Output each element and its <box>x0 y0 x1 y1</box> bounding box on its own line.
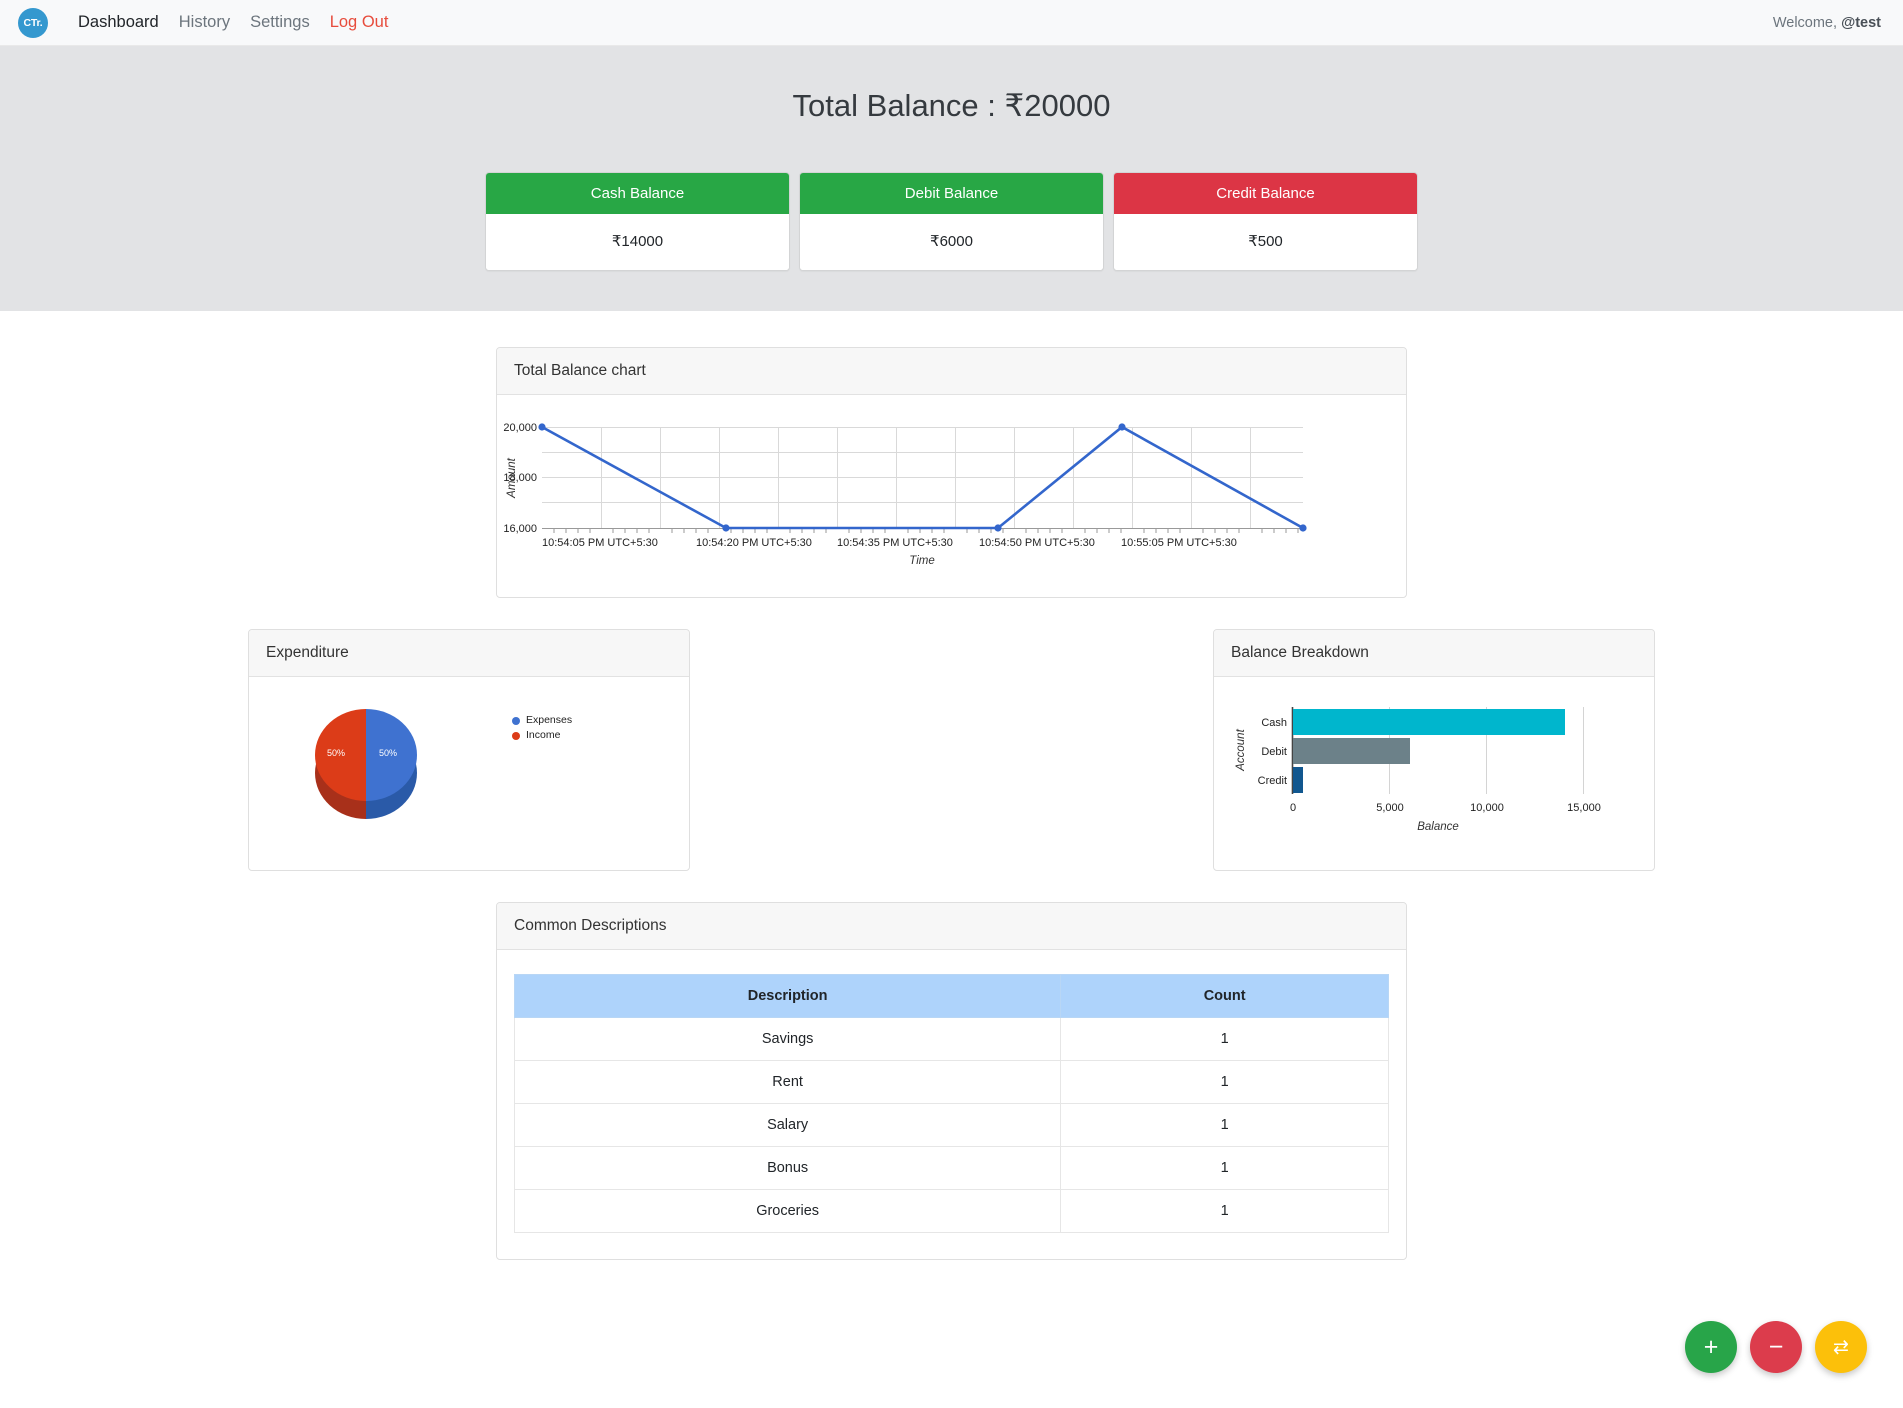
table-cell-description: Rent <box>513 1060 1062 1104</box>
table-header-description[interactable]: Description <box>513 974 1062 1018</box>
card-credit-balance-value: ₹500 <box>1114 214 1417 270</box>
add-transaction-button[interactable]: + <box>1685 1321 1737 1373</box>
card-credit-balance-header: Credit Balance <box>1114 173 1417 214</box>
balance-hero: Total Balance : ₹20000 Cash Balance ₹140… <box>0 46 1903 311</box>
line-chart-x-axis-title: Time <box>909 555 934 567</box>
common-descriptions-table-wrap: Description Count Savings 1 Rent 1 Salar… <box>497 950 1406 1259</box>
pie-slice-label-income: 50% <box>327 748 346 758</box>
bar-chart-svg: Cash Debit Credit Account 0 5,000 10,000… <box>1235 707 1601 833</box>
nav-link-logout[interactable]: Log Out <box>330 13 389 32</box>
table-cell-count: 1 <box>1060 1189 1389 1233</box>
line-chart-xtick-0: 10:54:05 PM UTC+5:30 <box>542 537 658 549</box>
card-cash-balance[interactable]: Cash Balance ₹14000 <box>485 172 790 271</box>
bar-chart-category-debit: Debit <box>1261 746 1287 758</box>
panel-expenditure: Expenditure 50% 50% Expenses Income <box>248 629 690 871</box>
table-header-row: Description Count <box>513 974 1389 1018</box>
table-row[interactable]: Rent 1 <box>513 1060 1389 1104</box>
line-chart-ytick-20000: 20,000 <box>503 422 537 434</box>
legend-item-income[interactable]: Income <box>512 728 572 743</box>
table-row[interactable]: Salary 1 <box>513 1103 1389 1147</box>
bar-credit <box>1293 767 1303 793</box>
line-chart-xtick-2: 10:54:35 PM UTC+5:30 <box>837 537 953 549</box>
charts-row: Expenditure 50% 50% Expenses Income Bala… <box>0 629 1903 871</box>
legend-swatch-expenses-icon <box>512 716 520 725</box>
pie-chart-legend: Expenses Income <box>512 713 572 743</box>
legend-label-expenses: Expenses <box>526 714 573 726</box>
bar-chart-area[interactable]: Cash Debit Credit Account 0 5,000 10,000… <box>1214 677 1654 870</box>
table-cell-description: Savings <box>513 1017 1062 1061</box>
table-cell-count: 1 <box>1060 1060 1389 1104</box>
dashboard-content: Total Balance chart 20,000 18,000 16,000… <box>0 311 1903 1300</box>
table-header-count[interactable]: Count <box>1060 974 1389 1018</box>
nav-link-settings[interactable]: Settings <box>250 13 310 32</box>
line-chart-y-axis-title: Amount <box>506 457 518 498</box>
bar-chart-y-axis-title: Account <box>1235 728 1247 771</box>
top-navbar: CTr. Dashboard History Settings Log Out … <box>0 0 1903 46</box>
panel-total-balance-chart: Total Balance chart 20,000 18,000 16,000… <box>496 347 1407 598</box>
table-cell-count: 1 <box>1060 1103 1389 1147</box>
legend-item-expenses[interactable]: Expenses <box>512 713 572 728</box>
table-cell-description: Groceries <box>513 1189 1062 1233</box>
panel-balance-breakdown: Balance Breakdown Cash Debit Credit Acco… <box>1213 629 1655 871</box>
line-chart-svg: 20,000 18,000 16,000 Amount 10:54:05 PM … <box>503 422 1307 567</box>
legend-label-income: Income <box>526 729 561 741</box>
table-row[interactable]: Bonus 1 <box>513 1146 1389 1190</box>
table-body: Savings 1 Rent 1 Salary 1 Bonus 1 Grocer… <box>513 1017 1389 1233</box>
pie-chart: 50% 50% <box>315 709 417 819</box>
table-cell-count: 1 <box>1060 1017 1389 1061</box>
card-cash-balance-value: ₹14000 <box>486 214 789 270</box>
bar-cash <box>1293 709 1565 735</box>
table-row[interactable]: Groceries 1 <box>513 1189 1389 1233</box>
nav-link-dashboard[interactable]: Dashboard <box>78 13 159 32</box>
bar-chart-x-axis-title: Balance <box>1417 821 1459 833</box>
transfer-button[interactable]: ⇄ <box>1815 1321 1867 1373</box>
bar-chart-xtick-0: 0 <box>1290 802 1296 814</box>
bar-chart-category-cash: Cash <box>1261 717 1287 729</box>
welcome-message: Welcome, @test <box>1773 15 1881 31</box>
table-cell-description: Bonus <box>513 1146 1062 1190</box>
balance-card-group: Cash Balance ₹14000 Debit Balance ₹6000 … <box>20 172 1883 271</box>
bar-chart-category-credit: Credit <box>1258 775 1287 787</box>
floating-action-buttons: + − ⇄ <box>1685 1321 1867 1373</box>
bar-debit <box>1293 738 1410 764</box>
nav-links: Dashboard History Settings Log Out <box>78 13 388 32</box>
table-cell-count: 1 <box>1060 1146 1389 1190</box>
line-chart-area[interactable]: 20,000 18,000 16,000 Amount 10:54:05 PM … <box>497 395 1406 597</box>
card-cash-balance-header: Cash Balance <box>486 173 789 214</box>
card-credit-balance[interactable]: Credit Balance ₹500 <box>1113 172 1418 271</box>
table-row[interactable]: Savings 1 <box>513 1017 1389 1061</box>
bar-chart-xtick-10000: 10,000 <box>1470 802 1504 814</box>
line-chart-xtick-3: 10:54:50 PM UTC+5:30 <box>979 537 1095 549</box>
panel-total-balance-chart-title: Total Balance chart <box>497 348 1406 395</box>
legend-swatch-income-icon <box>512 731 520 740</box>
panel-balance-breakdown-title: Balance Breakdown <box>1214 630 1654 677</box>
nav-link-history[interactable]: History <box>179 13 230 32</box>
panel-expenditure-title: Expenditure <box>249 630 689 677</box>
line-chart-ytick-16000: 16,000 <box>503 523 537 535</box>
bar-chart-xtick-15000: 15,000 <box>1567 802 1601 814</box>
page-title: Total Balance : ₹20000 <box>792 88 1111 123</box>
bar-chart-xtick-5000: 5,000 <box>1376 802 1404 814</box>
pie-slice-label-expenses: 50% <box>379 748 398 758</box>
panel-common-descriptions: Common Descriptions Description Count Sa… <box>496 902 1407 1260</box>
brand-logo-icon[interactable]: CTr. <box>18 7 48 38</box>
welcome-prefix: Welcome, <box>1772 14 1842 31</box>
common-descriptions-table: Description Count Savings 1 Rent 1 Salar… <box>513 974 1389 1233</box>
pie-chart-area[interactable]: 50% 50% Expenses Income <box>249 677 689 870</box>
table-cell-description: Salary <box>513 1103 1062 1147</box>
card-debit-balance-header: Debit Balance <box>800 173 1103 214</box>
remove-transaction-button[interactable]: − <box>1750 1321 1802 1373</box>
welcome-username: @test <box>1841 14 1881 31</box>
line-chart-xtick-4: 10:55:05 PM UTC+5:30 <box>1121 537 1237 549</box>
card-debit-balance[interactable]: Debit Balance ₹6000 <box>799 172 1104 271</box>
line-chart-xtick-1: 10:54:20 PM UTC+5:30 <box>696 537 812 549</box>
table-head: Description Count <box>513 974 1389 1018</box>
panel-common-descriptions-title: Common Descriptions <box>497 903 1406 950</box>
card-debit-balance-value: ₹6000 <box>800 214 1103 270</box>
